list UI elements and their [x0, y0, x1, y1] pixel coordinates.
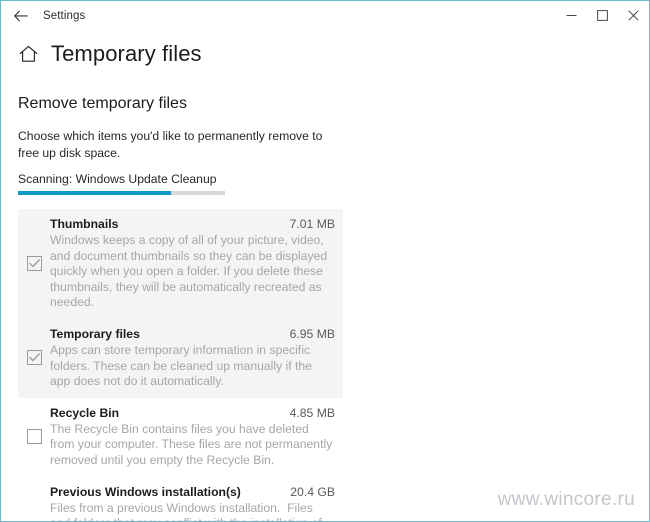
table-row[interactable]: Temporary files 6.95 MB Apps can store tem… — [18, 318, 343, 398]
maximize-button[interactable] — [587, 1, 618, 30]
item-name: Recycle Bin — [50, 405, 120, 420]
scan-status-text: Scanning: Windows Update Cleanup — [18, 172, 217, 186]
item-description: The Recycle Bin contains files you have … — [50, 421, 336, 467]
watermark: www.wincore.ru — [497, 489, 635, 510]
item-checkbox-1[interactable] — [18, 350, 50, 366]
item-body: Temporary files 6.95 MB Apps can store tem… — [50, 326, 343, 390]
temporary-files-list: Thumbnails 7.01 MB Windows keeps a copy of… — [18, 209, 343, 521]
section-description: Choose which items you'd like to permane… — [18, 129, 323, 160]
item-size: 6.95 MB — [289, 326, 335, 341]
item-body: Previous Windows installation(s) 20.4 GB F… — [50, 484, 343, 521]
main-content: Remove temporary files Choose which item… — [1, 94, 649, 521]
scan-progress-fill — [18, 191, 172, 195]
item-body: Thumbnails 7.01 MB Windows keeps a copy of… — [50, 216, 343, 311]
page-title: Temporary files — [51, 41, 202, 66]
table-row[interactable]: Previous Windows installation(s) 20.4 GB F… — [18, 477, 343, 521]
item-description: Apps can store temporary information in … — [50, 342, 316, 389]
item-description: Files from a previous Windows installati… — [50, 500, 322, 521]
app-title: Settings — [43, 9, 86, 22]
settings-window: Settings Temporary files Remove temporar… — [0, 0, 650, 522]
item-name: Thumbnails — [50, 217, 119, 231]
item-size: 20.4 GB — [290, 484, 335, 499]
item-title-row: Recycle Bin 4.85 MB — [50, 405, 335, 421]
item-title-row: Previous Windows installation(s) 20.4 GB — [50, 484, 335, 500]
item-body: Recycle Bin 4.85 MB The Recycle Bin contai… — [50, 405, 343, 469]
item-title-row: Temporary files 6.95 MB — [50, 326, 335, 342]
page-header: Temporary files — [1, 30, 649, 68]
item-checkbox-0[interactable] — [18, 255, 50, 271]
minimize-button[interactable] — [556, 1, 587, 30]
minimize-icon — [566, 15, 577, 16]
maximize-icon — [597, 10, 608, 21]
item-description: Windows keeps a copy of all of your pict… — [50, 233, 331, 310]
checkmark-icon — [28, 259, 40, 268]
checkbox-unchecked — [26, 429, 42, 445]
title-bar: Settings — [1, 1, 649, 30]
item-name: Previous Windows installation(s) — [50, 484, 241, 499]
back-arrow-icon — [14, 10, 28, 21]
window-controls — [556, 1, 649, 30]
home-icon — [19, 45, 37, 62]
section-heading: Remove temporary files — [18, 95, 187, 112]
close-icon — [628, 10, 639, 21]
home-button[interactable] — [17, 43, 39, 65]
close-button[interactable] — [618, 1, 649, 30]
item-checkbox-2[interactable] — [18, 429, 50, 445]
scan-progress-bar — [18, 191, 225, 195]
table-row[interactable]: Thumbnails 7.01 MB Windows keeps a copy of… — [18, 209, 343, 319]
checkmark-icon — [28, 353, 40, 362]
checkbox-checked — [26, 255, 42, 271]
back-button[interactable] — [1, 2, 41, 30]
item-name: Temporary files — [50, 326, 140, 341]
checkbox-checked — [26, 350, 42, 366]
table-row[interactable]: Recycle Bin 4.85 MB The Recycle Bin contai… — [18, 398, 343, 477]
item-size: 4.85 MB — [289, 405, 335, 420]
item-title-row: Thumbnails 7.01 MB — [50, 216, 335, 232]
item-size: 7.01 MB — [289, 217, 335, 231]
